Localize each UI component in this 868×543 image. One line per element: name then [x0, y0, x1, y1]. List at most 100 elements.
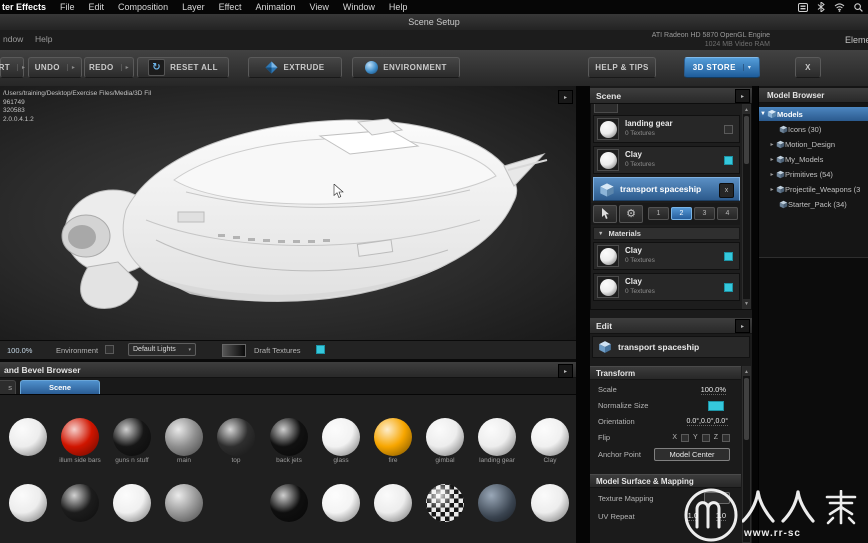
material-swatch[interactable] — [316, 484, 366, 523]
help-tips-button[interactable]: HELP & TIPS — [588, 57, 656, 78]
tree-expand-icon[interactable]: ▸ — [768, 156, 776, 163]
panel-expand-icon[interactable]: ▸ — [558, 364, 573, 378]
menu-app[interactable]: ter Effects — [0, 2, 53, 12]
material-swatch[interactable] — [420, 484, 470, 523]
wifi-icon[interactable] — [834, 2, 845, 12]
material-swatch[interactable]: glass — [316, 418, 366, 464]
tree-collapse-icon[interactable]: ▼ — [759, 111, 767, 117]
tab-presets-partial[interactable]: s — [0, 380, 16, 394]
settings-gear-button[interactable]: ⚙ — [619, 205, 643, 223]
extrude-button[interactable]: EXTRUDE — [248, 57, 342, 78]
material-swatch[interactable] — [472, 484, 522, 523]
material-swatch[interactable]: gimbal — [420, 418, 470, 464]
group-button-4[interactable]: 4 — [717, 207, 738, 220]
material-swatch[interactable] — [525, 484, 575, 523]
scroll-up-icon[interactable]: ▲ — [743, 367, 750, 376]
material-item-clay[interactable]: Clay 0 Textures — [593, 273, 740, 301]
orientation-value[interactable]: 0.0°,0.0°,0.0° — [686, 418, 728, 426]
tree-expand-icon[interactable]: ▸ — [768, 171, 776, 178]
group-button-3[interactable]: 3 — [694, 207, 715, 220]
light-preview-swatch[interactable] — [222, 344, 246, 357]
material-swatch[interactable]: guns n stuff — [107, 418, 157, 464]
material-swatch[interactable]: illum side bars — [55, 418, 105, 464]
visibility-checkbox[interactable] — [724, 283, 733, 292]
spaceship-model[interactable] — [28, 92, 548, 332]
tree-item-motion-design[interactable]: ▸ Motion_Design — [759, 138, 868, 151]
transform-section-header[interactable]: Transform — [590, 366, 741, 380]
tree-item-icons[interactable]: Icons (30) — [759, 123, 868, 136]
material-swatch[interactable] — [3, 418, 53, 457]
close-icon[interactable]: x — [719, 183, 734, 198]
tree-item-models[interactable]: ▼ Models — [759, 107, 868, 121]
redo-button[interactable]: REDO ▸ — [84, 57, 134, 78]
menu-help-secondary[interactable]: Help — [35, 34, 52, 44]
visibility-checkbox[interactable] — [724, 125, 733, 134]
flip-x-checkbox[interactable] — [681, 433, 690, 442]
tab-scene[interactable]: Scene — [20, 380, 100, 394]
anchor-point-dropdown[interactable]: Model Center — [654, 448, 730, 461]
material-swatch[interactable]: back jets — [264, 418, 314, 464]
tree-item-my-models[interactable]: ▸ My_Models — [759, 153, 868, 166]
group-button-2[interactable]: 2 — [671, 207, 692, 220]
visibility-checkbox[interactable] — [724, 156, 733, 165]
menu-view[interactable]: View — [302, 2, 335, 12]
material-swatch[interactable] — [368, 484, 418, 523]
environment-button[interactable]: ENVIRONMENT — [352, 57, 460, 78]
material-swatch[interactable] — [159, 484, 209, 523]
material-swatch[interactable]: landing gear — [472, 418, 522, 464]
scrollbar-thumb[interactable] — [744, 116, 749, 164]
tree-item-projectile-weapons[interactable]: ▸ Projectile_Weapons (3 — [759, 183, 868, 196]
edit-model-item[interactable]: transport spaceship — [592, 336, 750, 358]
menu-file[interactable]: File — [53, 2, 82, 12]
panel-expand-icon[interactable]: ▸ — [735, 319, 750, 333]
undo-button[interactable]: UNDO ▸ — [28, 57, 82, 78]
materials-section-header[interactable]: ▼ Materials — [593, 227, 740, 240]
scene-item-clay[interactable]: Clay 0 Textures — [593, 146, 740, 174]
material-swatch[interactable]: main — [159, 418, 209, 464]
draft-textures-checkbox[interactable] — [316, 345, 325, 354]
tree-expand-icon[interactable]: ▸ — [768, 141, 776, 148]
bluetooth-icon[interactable] — [817, 2, 825, 12]
material-swatch[interactable] — [107, 484, 157, 523]
lights-dropdown[interactable]: Default Lights ▾ — [128, 343, 196, 356]
material-item-clay[interactable]: Clay 0 Textures — [593, 242, 740, 270]
scene-item-transport-spaceship-selected[interactable]: transport spaceship x — [593, 177, 740, 201]
tree-expand-icon[interactable]: ▸ — [768, 186, 776, 193]
menu-composition[interactable]: Composition — [111, 2, 175, 12]
scale-value[interactable]: 100.0% — [700, 385, 726, 395]
menu-window[interactable]: Window — [336, 2, 382, 12]
material-swatch[interactable]: top — [211, 418, 261, 464]
visibility-checkbox[interactable] — [724, 252, 733, 261]
material-swatch[interactable]: fire — [368, 418, 418, 464]
panel-expand-icon[interactable]: ▸ — [735, 89, 750, 103]
flip-y-checkbox[interactable] — [701, 433, 710, 442]
material-swatch[interactable] — [211, 484, 261, 523]
normalize-size-toggle[interactable] — [708, 400, 724, 411]
close-scene-setup-button[interactable]: X — [795, 57, 821, 78]
group-button-1[interactable]: 1 — [648, 207, 669, 220]
scene-item-landing-gear[interactable]: landing gear 0 Textures — [593, 115, 740, 143]
scroll-up-icon[interactable]: ▲ — [743, 105, 750, 114]
scroll-down-icon[interactable]: ▼ — [743, 299, 750, 308]
menu-edit[interactable]: Edit — [82, 2, 112, 12]
flip-z-checkbox[interactable] — [722, 433, 730, 442]
tree-item-starter-pack[interactable]: Starter_Pack (34) — [759, 198, 868, 211]
menu-window-partial[interactable]: ndow — [3, 34, 23, 44]
import-button-partial[interactable]: RT ▸ — [0, 57, 25, 78]
material-swatch[interactable] — [264, 484, 314, 523]
menu-help[interactable]: Help — [382, 2, 415, 12]
menu-animation[interactable]: Animation — [248, 2, 302, 12]
environment-checkbox[interactable] — [105, 345, 114, 354]
tree-item-primitives[interactable]: ▸ Primitives (54) — [759, 168, 868, 181]
menu-effect[interactable]: Effect — [212, 2, 249, 12]
keyboard-layout-icon[interactable] — [798, 2, 808, 12]
select-tool-button[interactable] — [593, 205, 617, 223]
panel-expand-icon[interactable]: ▸ — [558, 90, 573, 104]
reset-all-button[interactable]: ↻ RESET ALL — [137, 57, 229, 78]
scrollbar-thumb[interactable] — [744, 378, 749, 440]
menu-layer[interactable]: Layer — [175, 2, 212, 12]
material-swatch[interactable]: Clay — [525, 418, 575, 464]
viewport[interactable]: /Users/training/Desktop/Exercise Files/M… — [0, 86, 576, 340]
spotlight-icon[interactable] — [854, 2, 863, 12]
material-swatch[interactable] — [55, 484, 105, 523]
